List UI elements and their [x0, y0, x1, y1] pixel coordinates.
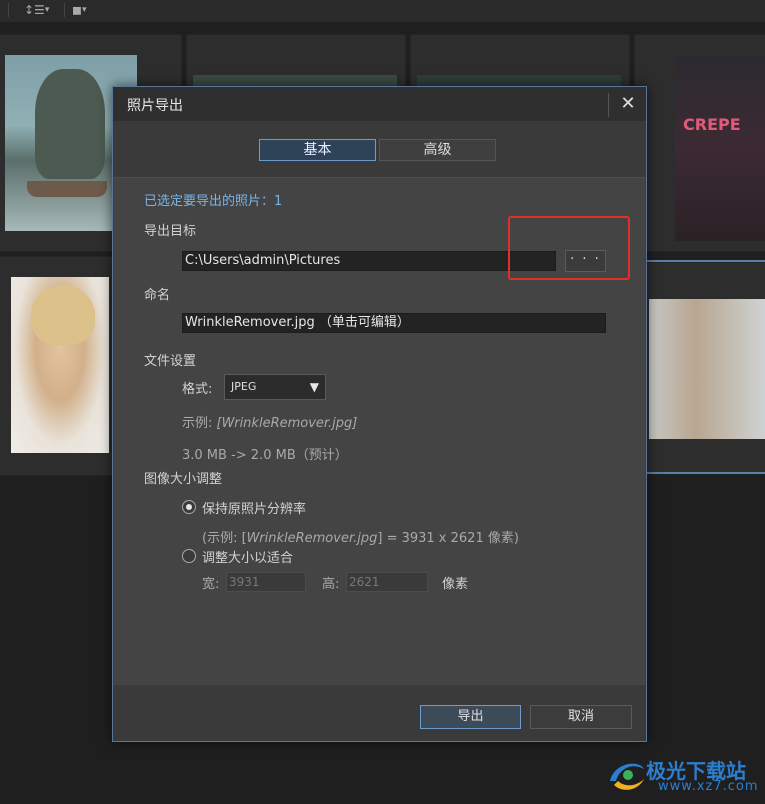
photo-export-dialog: 照片导出 ✕ 基本 高级 已选定要导出的照片：1 导出目标 C:\Users\a… [112, 86, 647, 742]
format-label: 格式: [182, 382, 213, 397]
format-select[interactable]: JPEG ▼ [224, 374, 326, 400]
naming-label: 命名 [144, 288, 171, 303]
resize-label: 图像大小调整 [144, 472, 223, 487]
thumbnail-image: CREPE [675, 55, 765, 241]
example-label: 示例: [182, 416, 213, 431]
dialog-title: 照片导出 [127, 98, 183, 114]
example-file: WrinkleRemover.jpg [246, 531, 378, 546]
tab-basic[interactable]: 基本 [259, 139, 376, 161]
filename-field[interactable]: WrinkleRemover.jpg （单击可编辑） [182, 313, 606, 333]
chevron-down-icon: ▾ [81, 5, 87, 15]
toolbar-separator [8, 3, 9, 17]
chevron-down-icon: ▾ [44, 5, 50, 15]
export-settings-panel: 已选定要导出的照片：1 导出目标 C:\Users\admin\Pictures… [114, 177, 645, 686]
watermark-logo-icon [610, 763, 644, 790]
thumbnail-image [649, 299, 765, 439]
size-estimate: 3.0 MB -> 2.0 MB（预计） [182, 448, 348, 463]
tab-advanced[interactable]: 高级 [379, 139, 496, 161]
toolbar-separator [64, 3, 65, 17]
fit-size-label[interactable]: 调整大小以适合 [202, 547, 293, 566]
export-path-field[interactable]: C:\Users\admin\Pictures [182, 251, 556, 271]
sort-menu-button[interactable]: ↕☰ ▾ [24, 0, 49, 20]
dialog-titlebar: 照片导出 ✕ [113, 87, 646, 121]
close-icon[interactable]: ✕ [617, 93, 639, 115]
photo-thumbnail[interactable] [646, 262, 765, 474]
export-button[interactable]: 导出 [420, 705, 521, 729]
highlight-annotation [508, 216, 630, 280]
file-settings-label: 文件设置 [144, 354, 197, 369]
selected-photos-count: 已选定要导出的照片：1 [144, 194, 283, 209]
dropdown-arrow-icon: ▼ [309, 380, 319, 394]
photo-thumbnail[interactable]: CREPE [634, 34, 765, 252]
sort-list-icon: ↕☰ [24, 3, 45, 17]
example-prefix: (示例: [ [202, 531, 247, 546]
thumbnail-image [11, 277, 109, 453]
height-label: 高: [322, 577, 340, 592]
example-filename: [WrinkleRemover.jpg] [216, 416, 358, 431]
format-example: 示例: [WrinkleRemover.jpg] [182, 412, 357, 431]
width-input[interactable]: 3931 [226, 572, 306, 592]
keep-original-radio[interactable] [182, 500, 196, 514]
photo-thumbnail[interactable] [0, 256, 114, 476]
titlebar-separator [608, 93, 609, 117]
top-toolbar: ↕☰ ▾ ◼ ▾ [0, 0, 765, 23]
export-target-label: 导出目标 [144, 224, 197, 239]
cancel-button[interactable]: 取消 [530, 705, 632, 729]
fit-size-radio[interactable] [182, 549, 196, 563]
dialog-footer: 导出 取消 [113, 685, 646, 741]
example-suffix: ] = 3931 x 2621 像素) [377, 531, 519, 546]
tab-bar: 基本 高级 [113, 121, 646, 177]
stack-icon: ◼ [72, 3, 82, 17]
site-watermark: 极光下载站 www.xz7.com [604, 747, 764, 801]
height-input[interactable]: 2621 [346, 572, 428, 592]
unit-label: 像素 [442, 577, 469, 592]
keep-original-label[interactable]: 保持原照片分辨率 [202, 498, 306, 517]
stack-menu-button[interactable]: ◼ ▾ [72, 0, 87, 20]
selection-highlight [646, 472, 765, 474]
format-value: JPEG [231, 380, 257, 393]
resolution-example: (示例: [WrinkleRemover.jpg] = 3931 x 2621 … [202, 527, 519, 546]
width-label: 宽: [202, 577, 220, 592]
watermark-url: www.xz7.com [658, 779, 759, 794]
